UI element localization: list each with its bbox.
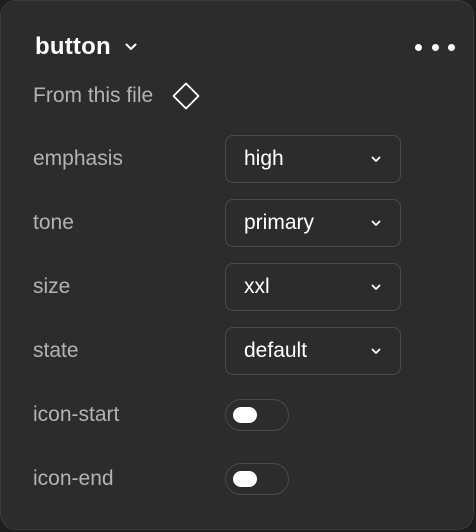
select-value: high: [244, 147, 284, 170]
state-select[interactable]: default: [225, 327, 401, 375]
more-horizontal-icon: [415, 43, 422, 51]
property-label: emphasis: [33, 147, 123, 170]
select-value: xxl: [244, 275, 270, 298]
property-row-tone: tone primary: [33, 199, 401, 247]
property-row-icon-end: icon-end: [33, 455, 401, 503]
property-label: icon-end: [33, 467, 114, 490]
property-label: state: [33, 339, 79, 362]
source-label: From this file: [33, 84, 154, 107]
size-select[interactable]: xxl: [225, 263, 401, 311]
component-name: button: [35, 33, 111, 60]
icon-end-toggle[interactable]: [225, 463, 289, 495]
property-label: tone: [33, 211, 74, 234]
property-row-state: state default: [33, 327, 401, 375]
icon-start-toggle[interactable]: [225, 399, 289, 431]
more-dot: [431, 43, 439, 51]
property-row-emphasis: emphasis high: [33, 135, 401, 183]
chevron-down-icon: [370, 345, 382, 357]
property-label: icon-start: [33, 403, 120, 426]
select-value: default: [244, 339, 308, 362]
component-source: From this file: [33, 81, 201, 111]
properties-panel: button From this file emphasis high tone…: [0, 0, 474, 530]
emphasis-select[interactable]: high: [225, 135, 401, 183]
component-diamond-icon[interactable]: [171, 81, 201, 111]
chevron-down-icon: [370, 217, 382, 229]
property-label: size: [33, 275, 71, 298]
chevron-down-icon: [125, 41, 137, 53]
component-selector[interactable]: button: [35, 31, 137, 63]
tone-select[interactable]: primary: [225, 199, 401, 247]
toggle-knob: [233, 471, 257, 487]
select-value: primary: [244, 211, 315, 234]
toggle-knob: [233, 407, 257, 423]
more-dot: [448, 43, 455, 51]
chevron-down-icon: [370, 281, 382, 293]
chevron-down-icon: [370, 153, 382, 165]
more-options-button[interactable]: [415, 33, 455, 61]
property-row-icon-start: icon-start: [33, 391, 401, 439]
property-row-size: size xxl: [33, 263, 401, 311]
